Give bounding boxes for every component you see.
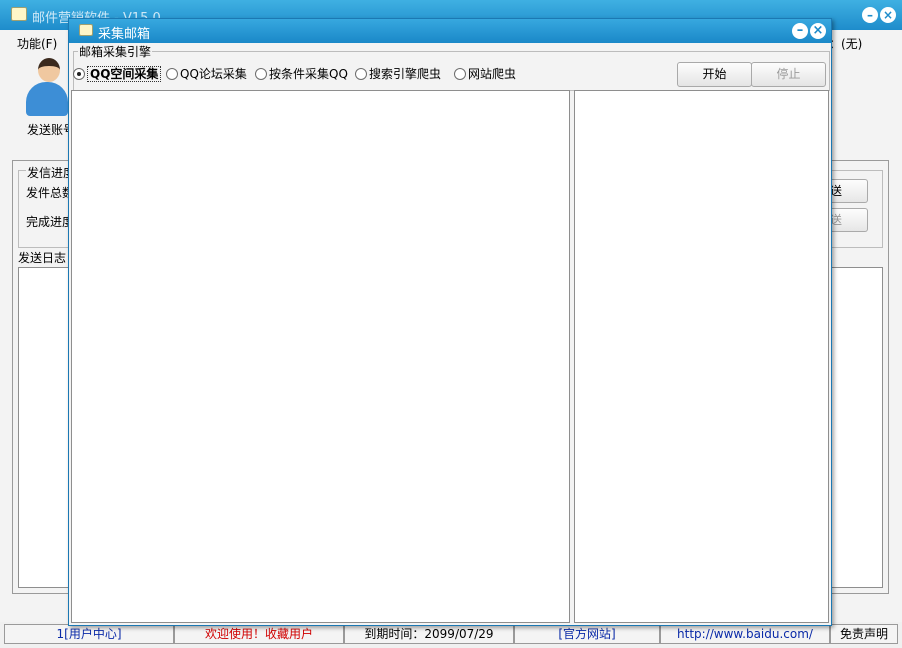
dialog-title: 采集邮箱: [98, 27, 151, 42]
radio-label: QQ论坛采集: [180, 67, 247, 81]
radio-label: QQ空间采集: [87, 66, 162, 82]
status-user-center[interactable]: 1[用户中心]: [4, 624, 174, 644]
stop-button[interactable]: 停止: [751, 62, 826, 87]
dialog-titlebar: 采集邮箱 – ×: [69, 19, 831, 43]
done-progress-label: 完成进度: [26, 215, 75, 229]
radio-website-crawler[interactable]: 网站爬虫: [454, 66, 516, 82]
close-icon[interactable]: ×: [810, 23, 826, 39]
radio-qq-forum[interactable]: QQ论坛采集: [166, 66, 247, 82]
collect-log-pane[interactable]: [574, 90, 829, 623]
radio-label: 搜索引擎爬虫: [369, 67, 442, 81]
menu-status-text: ：(无): [829, 37, 863, 51]
mail-app-icon: [79, 24, 93, 36]
radio-unselected-icon: [355, 68, 367, 80]
stop-send-button[interactable]: 送: [828, 208, 868, 232]
radio-qq-zone[interactable]: QQ空间采集: [73, 66, 162, 82]
menu-function[interactable]: 功能(F): [17, 35, 57, 52]
user-avatar-icon[interactable]: [26, 58, 68, 118]
status-expiry: 到期时间：2099/07/29: [344, 624, 514, 644]
radio-search-engine-crawler[interactable]: 搜索引擎爬虫: [355, 66, 441, 82]
start-button[interactable]: 开始: [677, 62, 752, 87]
radio-selected-icon: [73, 68, 85, 80]
send-log-label: 发送日志: [18, 251, 67, 265]
engine-group-legend: 邮箱采集引擎: [78, 43, 153, 60]
radio-qq-by-condition[interactable]: 按条件采集QQ: [255, 66, 348, 82]
radio-unselected-icon: [166, 68, 178, 80]
send-button[interactable]: 送: [828, 179, 868, 203]
radio-unselected-icon: [454, 68, 466, 80]
radio-label: 按条件采集QQ: [269, 67, 348, 81]
radio-unselected-icon: [255, 68, 267, 80]
collect-results-pane[interactable]: [71, 90, 570, 623]
close-icon[interactable]: ×: [880, 7, 896, 23]
status-site-url[interactable]: http://www.baidu.com/: [660, 624, 830, 644]
minimize-icon[interactable]: –: [792, 23, 808, 39]
mail-app-icon: [11, 7, 27, 21]
status-welcome: 欢迎使用！收藏用户: [174, 624, 344, 644]
status-disclaimer[interactable]: 免责声明: [830, 624, 898, 644]
minimize-icon[interactable]: –: [862, 7, 878, 23]
collect-mailbox-dialog: 采集邮箱 – × 邮箱采集引擎 QQ空间采集 QQ论坛采集 按条件采集QQ 搜索…: [68, 18, 832, 626]
status-official-site[interactable]: [官方网站]: [514, 624, 660, 644]
total-count-label: 发件总数: [26, 186, 75, 200]
radio-label: 网站爬虫: [468, 67, 517, 81]
